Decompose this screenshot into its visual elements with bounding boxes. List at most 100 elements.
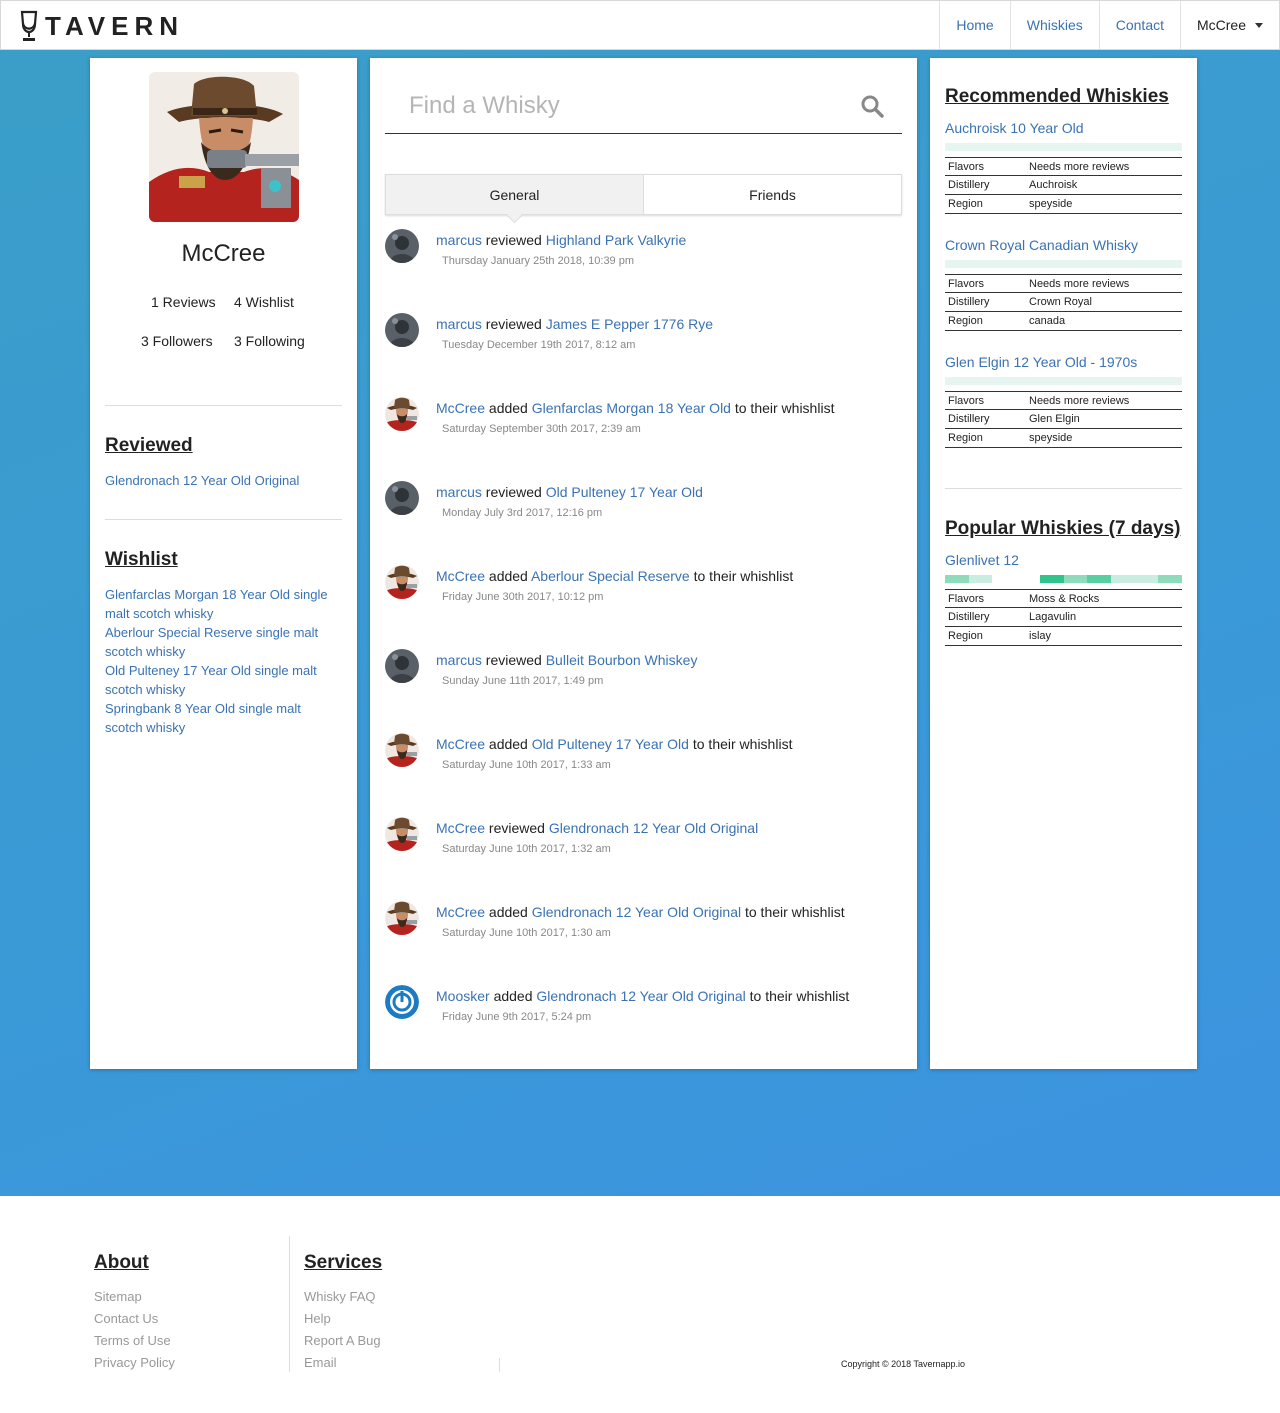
feed-whisky-link[interactable]: Glenfarclas Morgan 18 Year Old: [532, 400, 731, 416]
detail-row-region: Region speyside: [945, 429, 1182, 448]
user-avatar[interactable]: [385, 817, 419, 851]
footer-link-sitemap[interactable]: Sitemap: [94, 1289, 142, 1304]
detail-value: speyside: [1029, 198, 1073, 210]
feed-whisky-link[interactable]: Glendronach 12 Year Old Original: [549, 820, 758, 836]
feed-item: marcus reviewed Bulleit Bourbon Whiskey S…: [385, 649, 902, 709]
detail-value: canada: [1029, 315, 1066, 327]
flavor-segment: [1087, 575, 1111, 583]
whisky-name-link[interactable]: Glenlivet 12: [945, 552, 1019, 568]
detail-value: Needs more reviews: [1029, 278, 1130, 290]
feed-user-link[interactable]: McCree: [436, 736, 485, 752]
feed-action: added: [488, 568, 528, 584]
user-avatar[interactable]: [385, 565, 419, 599]
feed-text: Moosker added Glendronach 12 Year Old Or…: [436, 988, 849, 1004]
feed-action: reviewed: [488, 820, 545, 836]
footer-link-faq[interactable]: Whisky FAQ: [304, 1289, 376, 1304]
detail-value: Needs more reviews: [1029, 395, 1130, 407]
user-avatar[interactable]: [385, 229, 419, 263]
feed-action: reviewed: [485, 484, 542, 500]
reviews-count[interactable]: 1 Reviews: [151, 294, 216, 310]
feed-action: added: [488, 736, 528, 752]
feed-item: marcus reviewed James E Pepper 1776 Rye T…: [385, 313, 902, 373]
feed-user-link[interactable]: Moosker: [436, 988, 490, 1004]
whisky-name-link[interactable]: Glen Elgin 12 Year Old - 1970s: [945, 354, 1137, 370]
feed-item: McCree added Glendronach 12 Year Old Ori…: [385, 901, 902, 961]
followers-count[interactable]: 3 Followers: [141, 333, 213, 349]
following-count[interactable]: 3 Following: [234, 333, 305, 349]
feed-whisky-link[interactable]: Old Pulteney 17 Year Old: [546, 484, 703, 500]
main-nav: Home Whiskies Contact McCree: [939, 1, 1279, 49]
footer-link-help[interactable]: Help: [304, 1311, 331, 1326]
feed-user-link[interactable]: McCree: [436, 400, 485, 416]
feed-whisky-link[interactable]: Highland Park Valkyrie: [546, 232, 687, 248]
feed-user-link[interactable]: marcus: [436, 652, 482, 668]
wishlist-count[interactable]: 4 Wishlist: [234, 294, 294, 310]
feed-action: added: [488, 904, 528, 920]
detail-value: speyside: [1029, 432, 1073, 444]
detail-label: Distillery: [948, 179, 990, 191]
feed-user-link[interactable]: marcus: [436, 232, 482, 248]
divider: [945, 488, 1182, 489]
profile-name: McCree: [181, 240, 266, 267]
divider: [105, 405, 342, 406]
feed-whisky-link[interactable]: Glendronach 12 Year Old Original: [536, 988, 745, 1004]
feed-user-link[interactable]: marcus: [436, 316, 482, 332]
recommended-title: Recommended Whiskies: [945, 86, 1169, 107]
footer-link-terms[interactable]: Terms of Use: [94, 1333, 171, 1348]
footer-link-contact[interactable]: Contact Us: [94, 1311, 158, 1326]
feed-whisky-link[interactable]: Bulleit Bourbon Whiskey: [546, 652, 698, 668]
feed-user-link[interactable]: marcus: [436, 484, 482, 500]
whisky-name-link[interactable]: Crown Royal Canadian Whisky: [945, 237, 1138, 253]
whisky-name-link[interactable]: Auchroisk 10 Year Old: [945, 120, 1084, 136]
detail-value: Glen Elgin: [1029, 413, 1080, 425]
feed-item: marcus reviewed Old Pulteney 17 Year Old…: [385, 481, 902, 541]
wishlist-item[interactable]: Aberlour Special Reserve single malt sco…: [105, 623, 340, 661]
feed-text: McCree added Aberlour Special Reserve to…: [436, 568, 793, 584]
feed-action: added: [493, 988, 533, 1004]
feed-whisky-link[interactable]: James E Pepper 1776 Rye: [546, 316, 713, 332]
copyright: Copyright © 2018 Tavernapp.io: [841, 1359, 966, 1369]
flavor-segment: [992, 575, 1017, 583]
top-navbar: TAVERN Home Whiskies Contact McCree: [0, 0, 1280, 50]
nav-user-menu[interactable]: McCree: [1180, 1, 1279, 49]
feed-text: McCree reviewed Glendronach 12 Year Old …: [436, 820, 758, 836]
wishlist-item[interactable]: Old Pulteney 17 Year Old single malt sco…: [105, 661, 340, 699]
nav-whiskies[interactable]: Whiskies: [1009, 1, 1099, 49]
detail-row-flavors: Flavors Needs more reviews: [945, 274, 1182, 293]
user-avatar[interactable]: [385, 397, 419, 431]
feed-whisky-link[interactable]: Glendronach 12 Year Old Original: [532, 904, 741, 920]
user-avatar[interactable]: [385, 733, 419, 767]
user-avatar[interactable]: [385, 649, 419, 683]
feed-user-link[interactable]: McCree: [436, 568, 485, 584]
brand-logo[interactable]: TAVERN: [19, 10, 184, 42]
wishlist-item[interactable]: Springbank 8 Year Old single malt scotch…: [105, 699, 340, 737]
flavor-segment: [1063, 575, 1088, 583]
feed-user-link[interactable]: McCree: [436, 820, 485, 836]
footer-link-privacy[interactable]: Privacy Policy: [94, 1355, 175, 1370]
feed-whisky-link[interactable]: Aberlour Special Reserve: [531, 568, 690, 584]
feed-text: marcus reviewed James E Pepper 1776 Rye: [436, 316, 713, 332]
nav-home[interactable]: Home: [939, 1, 1009, 49]
detail-value: islay: [1029, 630, 1052, 642]
nav-contact[interactable]: Contact: [1098, 1, 1180, 49]
flavor-bar: [945, 143, 1182, 151]
reviewed-item[interactable]: Glendronach 12 Year Old Original: [105, 471, 340, 490]
user-avatar[interactable]: [385, 313, 419, 347]
user-avatar[interactable]: [385, 985, 419, 1019]
tab-general[interactable]: General: [386, 175, 644, 214]
footer-link-email[interactable]: Email: [304, 1355, 337, 1370]
feed-whisky-link[interactable]: Old Pulteney 17 Year Old: [532, 736, 689, 752]
search-input[interactable]: Find a Whisky: [409, 92, 560, 120]
user-avatar[interactable]: [385, 481, 419, 515]
feed-timestamp: Saturday June 10th 2017, 1:32 am: [442, 843, 611, 855]
wishlist-item[interactable]: Glenfarclas Morgan 18 Year Old single ma…: [105, 585, 340, 623]
flavor-bar: [945, 260, 1182, 268]
whisky-search[interactable]: Find a Whisky: [385, 78, 902, 134]
user-avatar[interactable]: [385, 901, 419, 935]
feed-timestamp: Saturday June 10th 2017, 1:33 am: [442, 759, 611, 771]
footer-link-bug[interactable]: Report A Bug: [304, 1333, 381, 1348]
feed-user-link[interactable]: McCree: [436, 904, 485, 920]
search-icon[interactable]: [860, 94, 884, 118]
tab-friends[interactable]: Friends: [644, 175, 901, 214]
detail-row-flavors: Flavors Moss & Rocks: [945, 589, 1182, 608]
